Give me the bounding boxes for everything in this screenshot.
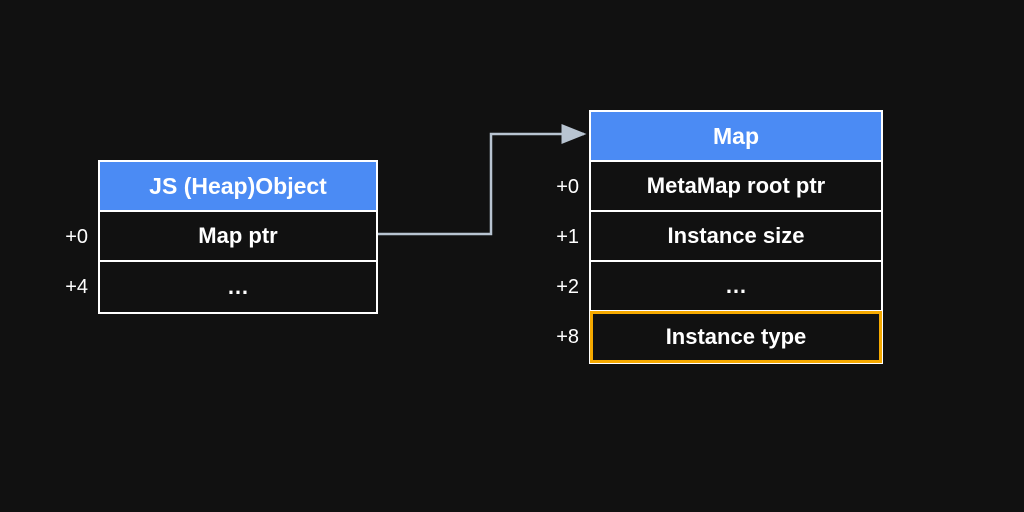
struct-header: JS (Heap)Object	[100, 162, 376, 212]
struct-jsheapobject: JS (Heap)Object Map ptr …	[98, 160, 378, 314]
offset-label: +0	[48, 226, 88, 249]
struct-row-highlight: Instance type	[591, 312, 881, 362]
struct-row: MetaMap root ptr	[591, 162, 881, 212]
struct-row: …	[591, 262, 881, 312]
struct-header: Map	[591, 112, 881, 162]
offset-label: +4	[48, 276, 88, 299]
offset-label: +8	[539, 326, 579, 349]
struct-map: Map MetaMap root ptr Instance size … Ins…	[589, 110, 883, 364]
offset-label: +2	[539, 276, 579, 299]
struct-row: Map ptr	[100, 212, 376, 262]
struct-row: Instance size	[591, 212, 881, 262]
struct-row: …	[100, 262, 376, 312]
offset-label: +0	[539, 176, 579, 199]
offset-label: +1	[539, 226, 579, 249]
